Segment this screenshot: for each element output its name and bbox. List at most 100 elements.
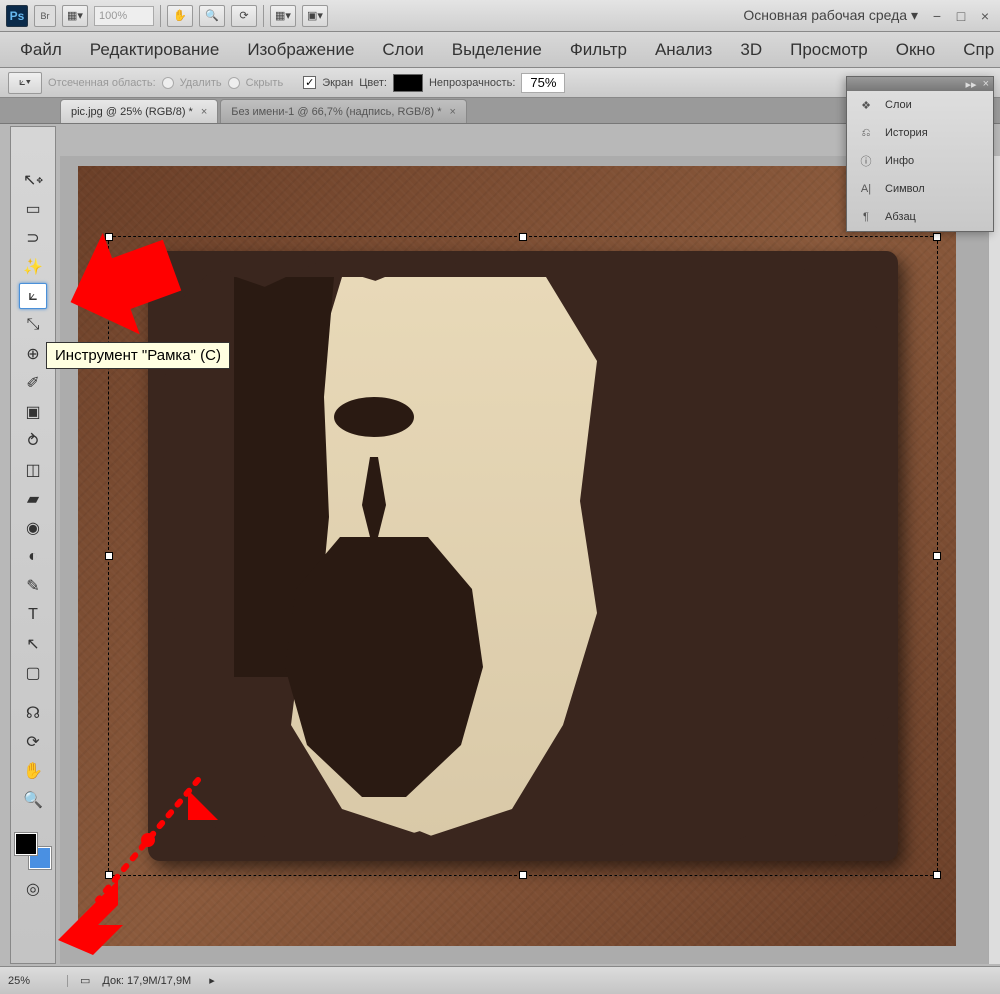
menu-layer[interactable]: Слои [368, 36, 437, 64]
menu-file[interactable]: Файл [6, 36, 76, 64]
hand-tool[interactable]: ✋ [19, 758, 47, 784]
type-tool[interactable]: T [19, 602, 47, 628]
arrange-button[interactable]: ▦▾ [270, 5, 296, 27]
panel-paragraph[interactable]: ¶ Абзац [847, 203, 993, 231]
rotate-tool-button[interactable]: ⟳ [231, 5, 257, 27]
status-doc-icon[interactable]: ▭ [80, 974, 90, 987]
menu-view[interactable]: Просмотр [776, 36, 882, 64]
menu-edit[interactable]: Редактирование [76, 36, 234, 64]
vertical-scrollbar[interactable] [988, 156, 1000, 964]
crop-handle-bm[interactable] [519, 871, 527, 879]
quickmask-button[interactable]: ◎ [19, 876, 47, 902]
eraser-tool[interactable]: ◫ [19, 457, 47, 483]
panel-history[interactable]: ⎌История [847, 119, 993, 147]
hide-label: Скрыть [246, 77, 284, 89]
shield-color-swatch[interactable] [393, 74, 423, 92]
crop-marquee[interactable] [108, 236, 938, 876]
menu-filter[interactable]: Фильтр [556, 36, 641, 64]
crop-tool[interactable]: ⟀ [19, 283, 47, 309]
collapse-icon[interactable]: ▸▸ [966, 78, 977, 91]
lasso-tool[interactable]: ⊃ [19, 225, 47, 251]
panel-header[interactable]: ▸▸ × [847, 77, 993, 91]
gradient-tool[interactable]: ▰ [19, 486, 47, 512]
view-mode-button[interactable]: ▦▾ [62, 5, 88, 27]
panel-info[interactable]: ⓘИнфо [847, 147, 993, 175]
menu-analysis[interactable]: Анализ [641, 36, 726, 64]
ps-logo-icon: Ps [6, 5, 28, 27]
3d-tool[interactable]: ☊ [19, 700, 47, 726]
tab-untitled-1[interactable]: Без имени-1 @ 66,7% (надпись, RGB/8) * × [220, 99, 467, 123]
maximize-button[interactable]: □ [952, 7, 970, 25]
blur-tool[interactable]: ◉ [19, 515, 47, 541]
panel-close-icon[interactable]: × [983, 78, 989, 90]
crop-handle-br[interactable] [933, 871, 941, 879]
pen-tool[interactable]: ✎ [19, 573, 47, 599]
tab-close-icon[interactable]: × [450, 106, 456, 118]
dodge-tool[interactable]: ◐ [19, 544, 47, 570]
screen-checkbox[interactable]: ✓ [303, 76, 316, 89]
history-brush-tool[interactable]: ⥁ [19, 428, 47, 454]
path-select-tool[interactable]: ↖ [19, 631, 47, 657]
menu-image[interactable]: Изображение [233, 36, 368, 64]
tab-label: Без имени-1 @ 66,7% (надпись, RGB/8) * [231, 106, 441, 118]
panel-label: Инфо [885, 155, 914, 167]
tab-close-icon[interactable]: × [201, 106, 207, 118]
paragraph-icon: ¶ [857, 208, 875, 226]
workspace-switcher[interactable]: Основная рабочая среда ▾ [743, 7, 918, 24]
annotation-arrow-top [70, 200, 200, 340]
panels-dock: ▸▸ × ❖ Слои ⎌История ⓘИнфо A|Символ ¶ Абзац [846, 76, 994, 232]
color-swatches[interactable] [15, 833, 51, 869]
panel-label: Слои [885, 99, 912, 111]
crop-handle-ml[interactable] [105, 552, 113, 560]
zoom-display[interactable]: 100% [94, 6, 154, 26]
shape-tool[interactable]: ▢ [19, 660, 47, 686]
screen-label: Экран [322, 77, 353, 89]
status-zoom[interactable]: 25% [8, 975, 68, 987]
history-icon: ⎌ [857, 124, 875, 142]
separator [263, 5, 264, 27]
crop-handle-mr[interactable] [933, 552, 941, 560]
color-label: Цвет: [359, 77, 387, 89]
menu-3d[interactable]: 3D [726, 36, 776, 64]
zoom-tool-button[interactable]: 🔍 [199, 5, 225, 27]
move-tool[interactable]: ↖✥ [19, 167, 47, 193]
marquee-tool[interactable]: ▭ [19, 196, 47, 222]
panel-layers[interactable]: ❖ Слои [847, 91, 993, 119]
crop-handle-tm[interactable] [519, 233, 527, 241]
app-topbar: Ps Br ▦▾ 100% ✋ 🔍 ⟳ ▦▾ ▣▾ Основная рабоч… [0, 0, 1000, 32]
panel-label: Абзац [885, 211, 916, 223]
menubar: Файл Редактирование Изображение Слои Выд… [0, 32, 1000, 68]
minimize-button[interactable]: − [928, 7, 946, 25]
foreground-color-swatch[interactable] [15, 833, 37, 855]
status-menu-arrow[interactable]: ▸ [209, 974, 215, 987]
tab-label: pic.jpg @ 25% (RGB/8) * [71, 106, 193, 118]
close-button[interactable]: × [976, 7, 994, 25]
healing-tool[interactable]: ⊕ [19, 341, 47, 367]
annotation-arrow-bottom [48, 760, 218, 960]
menu-window[interactable]: Окно [882, 36, 950, 64]
layers-icon: ❖ [857, 96, 875, 114]
brush-tool[interactable]: ✐ [19, 370, 47, 396]
panel-character[interactable]: A|Символ [847, 175, 993, 203]
delete-label: Удалить [180, 77, 222, 89]
crop-tool-preset-icon[interactable]: ⟀▾ [8, 72, 42, 94]
hide-radio[interactable] [228, 77, 240, 89]
rotate-view-tool[interactable]: ⟳ [19, 729, 47, 755]
opacity-input[interactable] [521, 73, 565, 93]
eyedropper-tool[interactable]: ⤡ [19, 312, 47, 338]
hand-tool-button[interactable]: ✋ [167, 5, 193, 27]
screen-mode-button[interactable]: ▣▾ [302, 5, 328, 27]
bridge-logo-icon[interactable]: Br [34, 5, 56, 27]
delete-radio[interactable] [162, 77, 174, 89]
tab-pic-jpg[interactable]: pic.jpg @ 25% (RGB/8) * × [60, 99, 218, 123]
stamp-tool[interactable]: ▣ [19, 399, 47, 425]
crop-area-label: Отсеченная область: [48, 77, 156, 89]
panel-label: Символ [885, 183, 925, 195]
wand-tool[interactable]: ✨ [19, 254, 47, 280]
menu-help[interactable]: Спра [949, 36, 994, 64]
status-doc-size: Док: 17,9M/17,9M [102, 975, 191, 987]
zoom-tool[interactable]: 🔍 [19, 787, 47, 813]
crop-handle-tr[interactable] [933, 233, 941, 241]
status-bar: 25% ▭ Док: 17,9M/17,9M ▸ [0, 966, 1000, 994]
menu-select[interactable]: Выделение [438, 36, 556, 64]
